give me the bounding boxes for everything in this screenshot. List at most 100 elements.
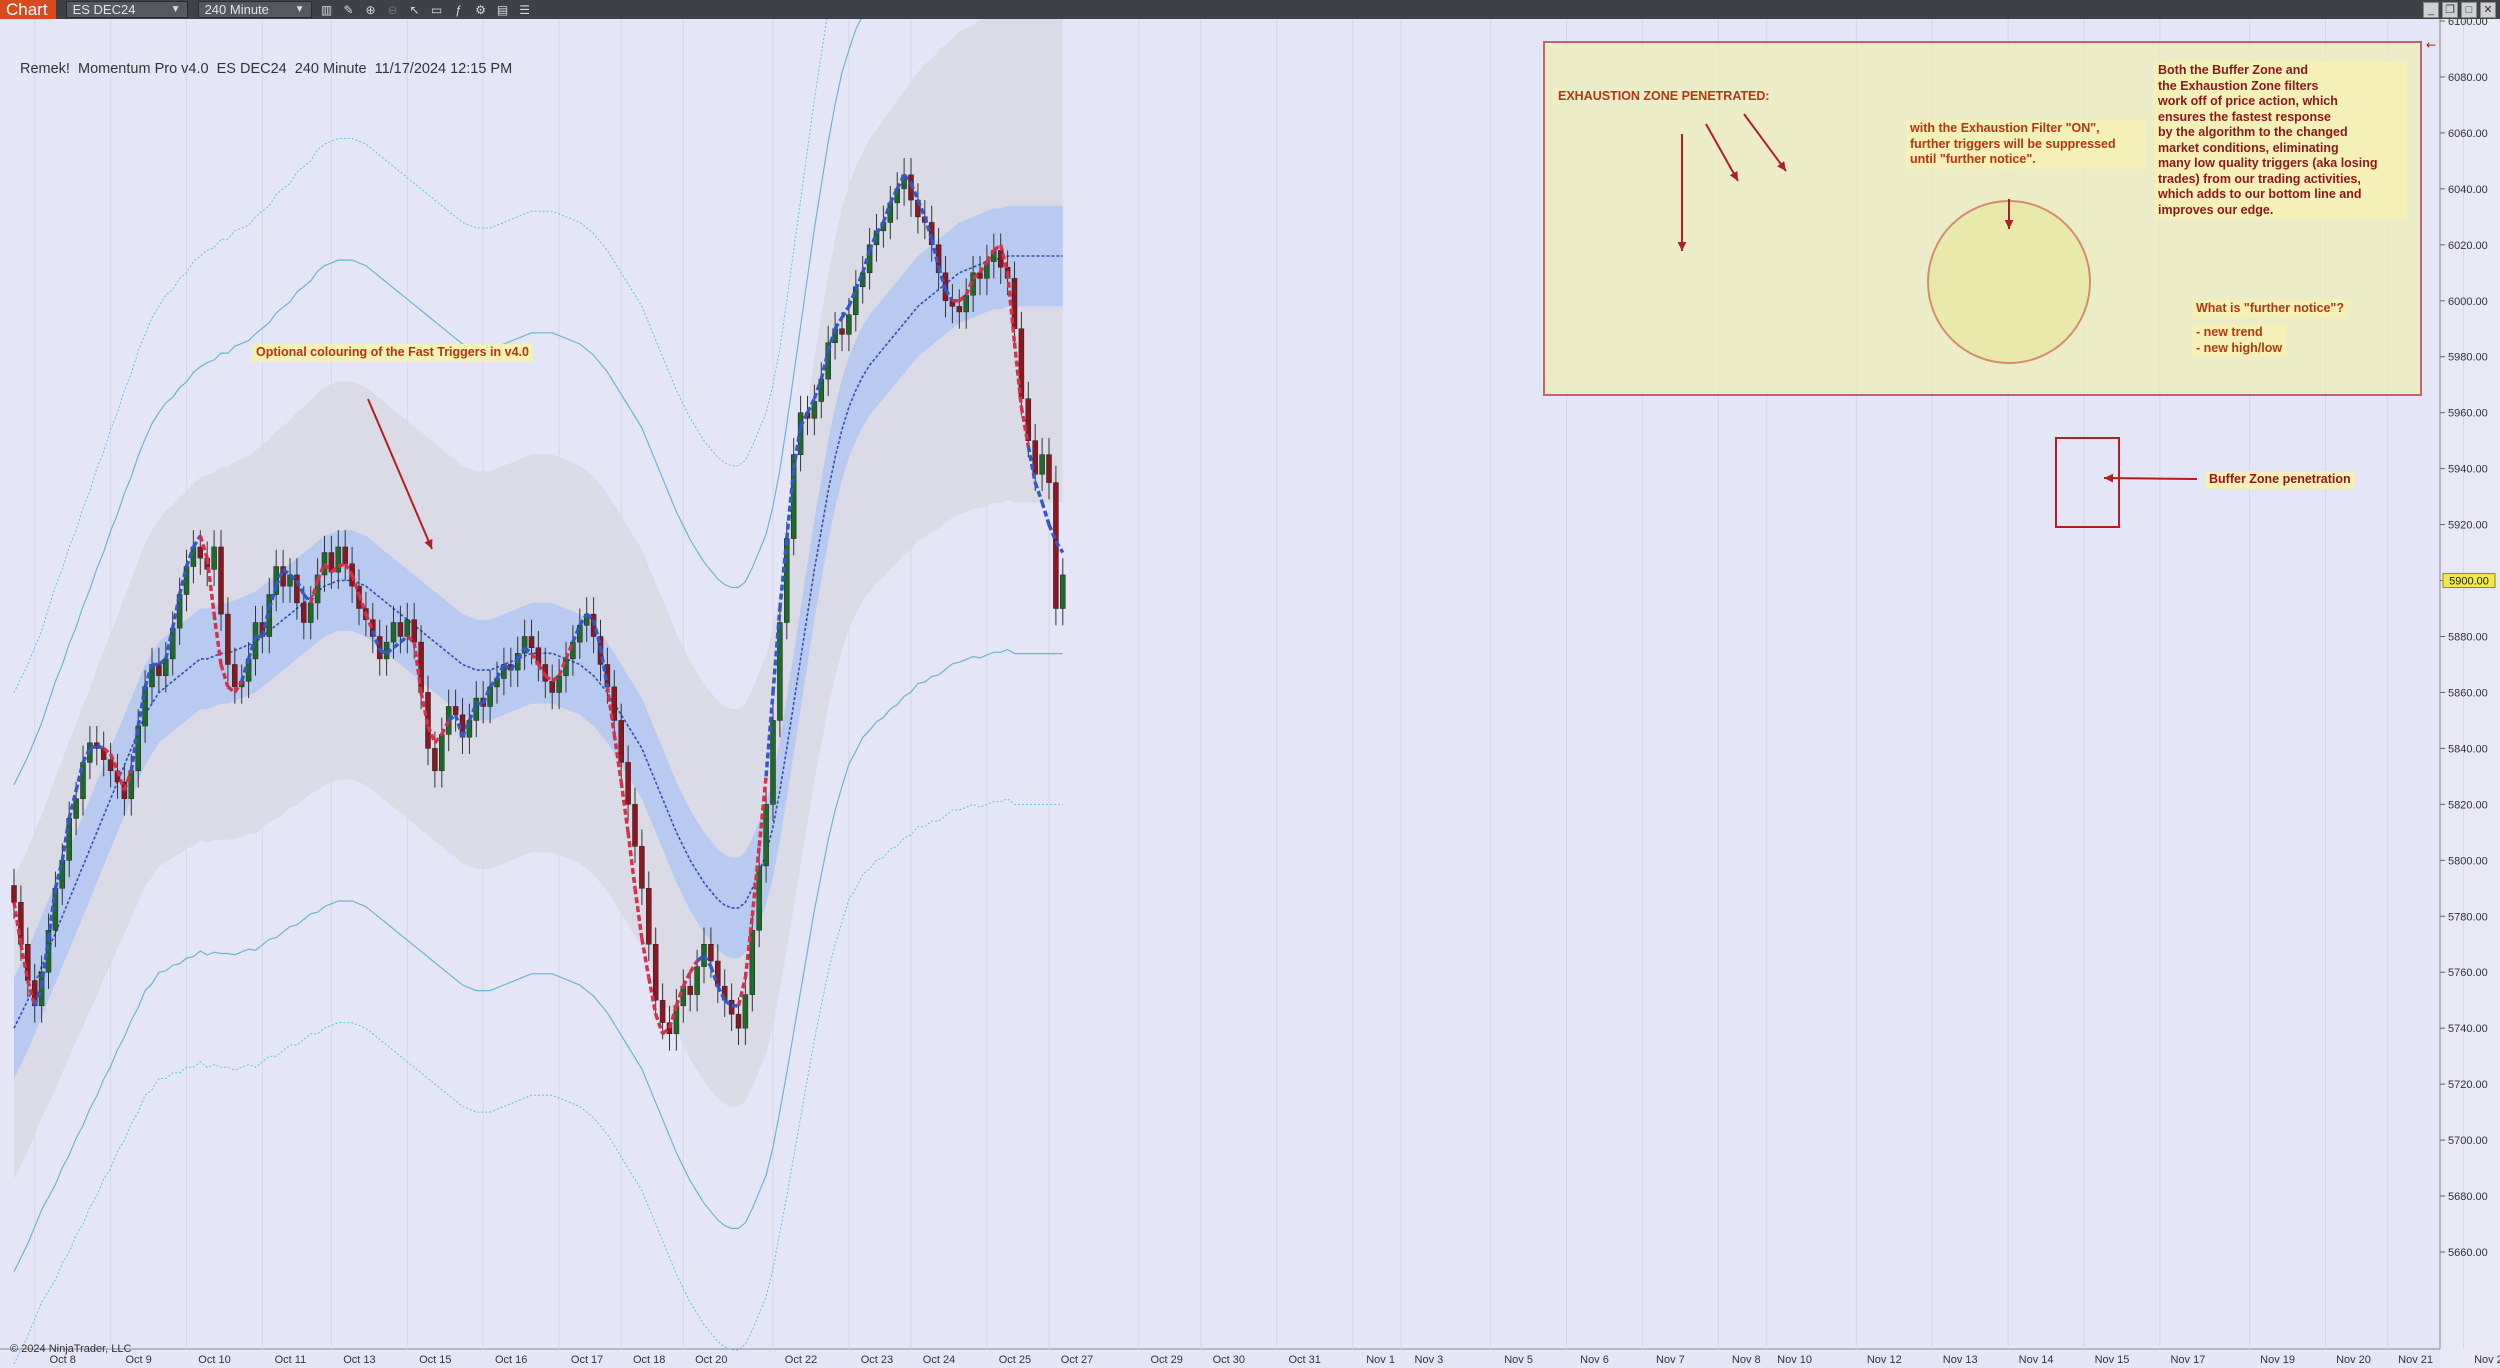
- chart-panel[interactable]: Oct 8 Oct 9 Oct 10 Oct 11 Oct 13 Oct 15 Oct 16…: [0, 19, 2500, 1368]
- price-tick-label: 6040.00: [2448, 184, 2488, 196]
- data-box-icon[interactable]: ▭: [430, 3, 444, 17]
- chevron-down-icon: ▼: [170, 4, 181, 15]
- buffer-note-line: many low quality triggers (aka losing: [2158, 156, 2378, 170]
- price-chart[interactable]: Oct 8 Oct 9 Oct 10 Oct 11 Oct 13 Oct 15 Oct 16…: [0, 19, 2500, 1368]
- time-tick-label: Nov 10: [1777, 1354, 1812, 1366]
- minimize-icon[interactable]: _: [2423, 2, 2439, 18]
- candle-body: [107, 759, 114, 772]
- candle-body: [797, 412, 804, 455]
- chevron-down-icon: ▼: [294, 4, 305, 15]
- interval-value: 240 Minute: [204, 2, 269, 17]
- pointer-icon[interactable]: ↖: [408, 3, 422, 17]
- time-tick-label: Nov 19: [2260, 1354, 2295, 1366]
- candle-body: [232, 664, 238, 688]
- draw-tool-icon[interactable]: ✎: [342, 3, 356, 17]
- candle-body: [225, 613, 231, 665]
- price-tick-label: 5880.00: [2448, 632, 2488, 644]
- candle-body: [418, 641, 424, 693]
- strategies-icon[interactable]: ⚙: [474, 3, 488, 17]
- exhaustion-filter-line: further triggers will be suppressed: [1910, 136, 2116, 151]
- price-tick-label: 5720.00: [2448, 1079, 2488, 1091]
- price-tick-label: 5680.00: [2448, 1191, 2488, 1203]
- candle-body: [128, 770, 135, 800]
- candle-body: [618, 720, 624, 763]
- window-controls: _ ❐ □ ✕: [2423, 2, 2496, 18]
- time-tick-label: Oct 9: [125, 1354, 151, 1366]
- indicators-icon[interactable]: ƒ: [452, 3, 466, 17]
- buffer-note-line: improves our edge.: [2158, 202, 2274, 217]
- candle-body: [432, 748, 438, 772]
- time-tick-label: Oct 22: [785, 1354, 817, 1366]
- candle-body: [1039, 454, 1045, 475]
- candle-body: [390, 622, 397, 643]
- price-tick-label: 5960.00: [2448, 408, 2488, 420]
- further-notice-item: - new trend: [2196, 325, 2263, 339]
- time-tick-label: Nov 14: [2019, 1354, 2054, 1366]
- candle-body: [770, 720, 776, 805]
- candle-body: [715, 960, 721, 987]
- candle-body: [694, 966, 700, 995]
- time-tick-label: Oct 13: [343, 1354, 375, 1366]
- price-tick-label: 5860.00: [2448, 687, 2488, 699]
- candle-body: [846, 314, 852, 335]
- candle-body: [11, 885, 17, 903]
- candle-body: [818, 378, 825, 402]
- price-tick-label: 5660.00: [2448, 1247, 2488, 1259]
- arrow-head: [2104, 473, 2114, 483]
- price-tick-label: 5980.00: [2448, 352, 2488, 364]
- time-tick-label: Oct 18: [633, 1354, 665, 1366]
- interval-selector[interactable]: 240 Minute ▼: [197, 1, 312, 18]
- candle-body: [853, 286, 859, 316]
- zoom-out-icon[interactable]: ⊖: [386, 3, 400, 17]
- annotation-further-notice-question: What is "further notice"?: [2192, 300, 2348, 318]
- candle-body: [197, 546, 204, 559]
- copyright-text: © 2024 NinjaTrader, LLC: [10, 1343, 132, 1355]
- buffer-note-line: work off of price action, which: [2158, 94, 2338, 108]
- instrument-value: ES DEC24: [72, 2, 136, 17]
- annotation-exhaustion-filter: with the Exhaustion Filter "ON", further…: [1906, 120, 2146, 169]
- candle-body: [1060, 574, 1066, 609]
- annotation-arrow: [2103, 477, 2198, 480]
- buffer-note-line: the Exhaustion Zone filters: [2158, 78, 2319, 93]
- time-tick-label: Oct 27: [1061, 1354, 1093, 1366]
- price-tick-label: 6060.00: [2448, 128, 2488, 140]
- annotation-buffer-penetration: Buffer Zone penetration: [2205, 471, 2355, 489]
- candle-body: [632, 804, 638, 847]
- chart-trader-icon[interactable]: ▤: [496, 3, 510, 17]
- price-tick-label: 5740.00: [2448, 1023, 2488, 1035]
- price-tick-label: 6000.00: [2448, 296, 2488, 308]
- instrument-selector[interactable]: ES DEC24 ▼: [65, 1, 188, 18]
- time-tick-label: Oct 8: [50, 1354, 76, 1366]
- candle-body: [397, 622, 404, 637]
- zoom-in-icon[interactable]: ⊕: [364, 3, 378, 17]
- chart-tab[interactable]: Chart: [0, 0, 56, 19]
- candle-body: [956, 306, 963, 313]
- buffer-note-line: Both the Buffer Zone and: [2158, 63, 2308, 77]
- time-tick-label: Oct 25: [999, 1354, 1031, 1366]
- buffer-note-line: trades) from our trading activities,: [2158, 171, 2361, 186]
- maximize-icon[interactable]: □: [2461, 2, 2477, 18]
- buffer-note-line: market conditions, eliminating: [2158, 140, 2339, 155]
- buffer-note-line: by the algorithm to the changed: [2158, 125, 2348, 139]
- price-tick-label: 5760.00: [2448, 967, 2488, 979]
- candle-body: [646, 888, 652, 945]
- candle-body: [404, 619, 411, 637]
- buffer-note-line: which adds to our bottom line and: [2158, 187, 2362, 201]
- time-tick-label: Oct 23: [861, 1354, 893, 1366]
- properties-icon[interactable]: ☰: [518, 3, 532, 17]
- time-tick-label: Oct 15: [419, 1354, 451, 1366]
- price-tick-label: 5700.00: [2448, 1135, 2488, 1147]
- candle-body: [735, 1013, 742, 1029]
- candle-body: [301, 602, 307, 623]
- candle-body: [439, 734, 445, 772]
- restore-icon[interactable]: ❐: [2442, 2, 2458, 18]
- price-tick-label: 5840.00: [2448, 743, 2488, 755]
- candle-body: [839, 328, 845, 335]
- price-tick-label: 5780.00: [2448, 911, 2488, 923]
- corner-arrow-marker: ←: [2426, 38, 2436, 52]
- bar-style-icon[interactable]: ▥: [320, 3, 334, 17]
- candle-body: [742, 994, 749, 1029]
- time-tick-label: Nov 1: [1366, 1354, 1395, 1366]
- close-icon[interactable]: ✕: [2480, 2, 2496, 18]
- candle-body: [625, 762, 631, 805]
